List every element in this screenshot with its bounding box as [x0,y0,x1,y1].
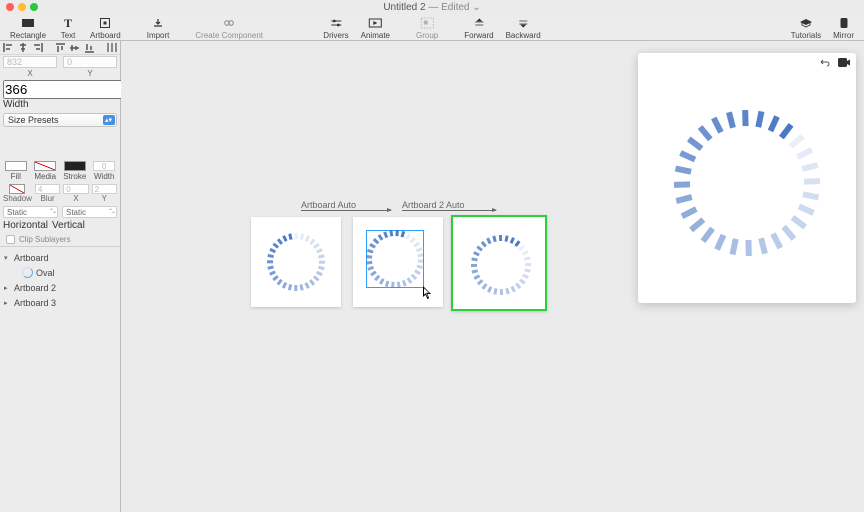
undo-icon[interactable] [818,57,830,67]
transition-label-1: Artboard Auto [301,200,356,210]
y-field[interactable] [63,56,117,68]
artboard-tool[interactable]: Artboard [84,14,127,40]
group-icon [417,16,437,30]
minimize-window-button[interactable] [18,3,26,11]
oval-icon [22,267,33,278]
rectangle-icon [18,16,38,30]
layer-artboard-1[interactable]: ▾Artboard [0,250,120,265]
align-vcenter-button[interactable] [68,42,81,53]
layers-panel: ▾Artboard Oval ▸Artboard 2 ▸Artboard 3 [0,246,120,512]
x-field[interactable] [3,56,57,68]
rectangle-tool[interactable]: Rectangle [4,14,52,40]
backward-icon [513,16,533,30]
maximize-window-button[interactable] [30,3,38,11]
component-icon [219,16,239,30]
artboard-icon [95,16,115,30]
align-left-button[interactable] [2,42,15,53]
shadow-x-field[interactable]: 0 [63,184,88,194]
mirror-icon [834,16,854,30]
stroke-swatch[interactable] [64,161,86,171]
backward-button[interactable]: Backward [500,14,547,40]
align-right-button[interactable] [31,42,44,53]
shadow-swatch[interactable] [9,184,25,194]
animate-icon [365,16,385,30]
forward-button[interactable]: Forward [458,14,499,40]
text-tool[interactable]: T Text [52,14,84,40]
align-bottom-button[interactable] [83,42,96,53]
stroke-width-field[interactable]: 0 [93,161,115,171]
import-button[interactable]: Import [141,14,176,40]
clip-sublayers-checkbox[interactable] [6,235,15,244]
group-button[interactable]: Group [410,14,444,40]
transition-label-2: Artboard 2 Auto [402,200,465,210]
import-icon [148,16,168,30]
titlebar: Untitled 2 — Edited ⌄ [0,0,864,14]
transition-arrow-2 [402,210,496,211]
animate-button[interactable]: Animate [355,14,396,40]
canvas[interactable]: Artboard Auto Artboard 2 Auto [121,41,864,512]
align-row [0,41,120,55]
drivers-button[interactable]: Drivers [317,14,354,40]
fill-swatch[interactable] [5,161,27,171]
close-window-button[interactable] [6,3,14,11]
inspector-panel: X Y Width ⚭ Height Size Presets▴▾ Fill M… [0,41,121,512]
document-name: Untitled 2 [383,2,425,13]
media-swatch[interactable] [34,161,56,171]
record-icon[interactable] [838,57,850,67]
layer-oval[interactable]: Oval [0,265,120,280]
layer-artboard-2[interactable]: ▸Artboard 2 [0,280,120,295]
mirror-button[interactable]: Mirror [827,14,860,40]
window-title: Untitled 2 — Edited ⌄ [0,2,864,13]
size-presets-select[interactable]: Size Presets▴▾ [3,113,117,127]
document-status: Edited [441,2,469,13]
create-component-button[interactable]: Create Component [189,14,269,40]
cursor-icon [423,286,433,300]
clip-sublayers-label: Clip Sublayers [19,235,71,244]
horizontal-constraint-select[interactable]: Static [3,206,58,218]
artboard-3-selected[interactable] [451,215,547,311]
drivers-icon [326,16,346,30]
tutorials-button[interactable]: Tutorials [785,14,827,40]
align-hcenter-button[interactable] [17,42,30,53]
transition-arrow-1 [301,210,391,211]
align-top-button[interactable] [54,42,67,53]
preview-panel [638,53,856,303]
layer-artboard-3[interactable]: ▸Artboard 3 [0,295,120,310]
tutorials-icon [796,16,816,30]
distribute-button[interactable] [105,42,118,53]
toolbar: Rectangle T Text Artboard Import Create … [0,14,864,41]
text-icon: T [58,16,78,30]
artboard-1[interactable] [251,217,341,307]
vertical-constraint-select[interactable]: Static [62,206,117,218]
window-controls [0,3,38,11]
shadow-y-field[interactable]: 2 [92,184,117,194]
blur-field[interactable]: 4 [35,184,60,194]
forward-icon [469,16,489,30]
